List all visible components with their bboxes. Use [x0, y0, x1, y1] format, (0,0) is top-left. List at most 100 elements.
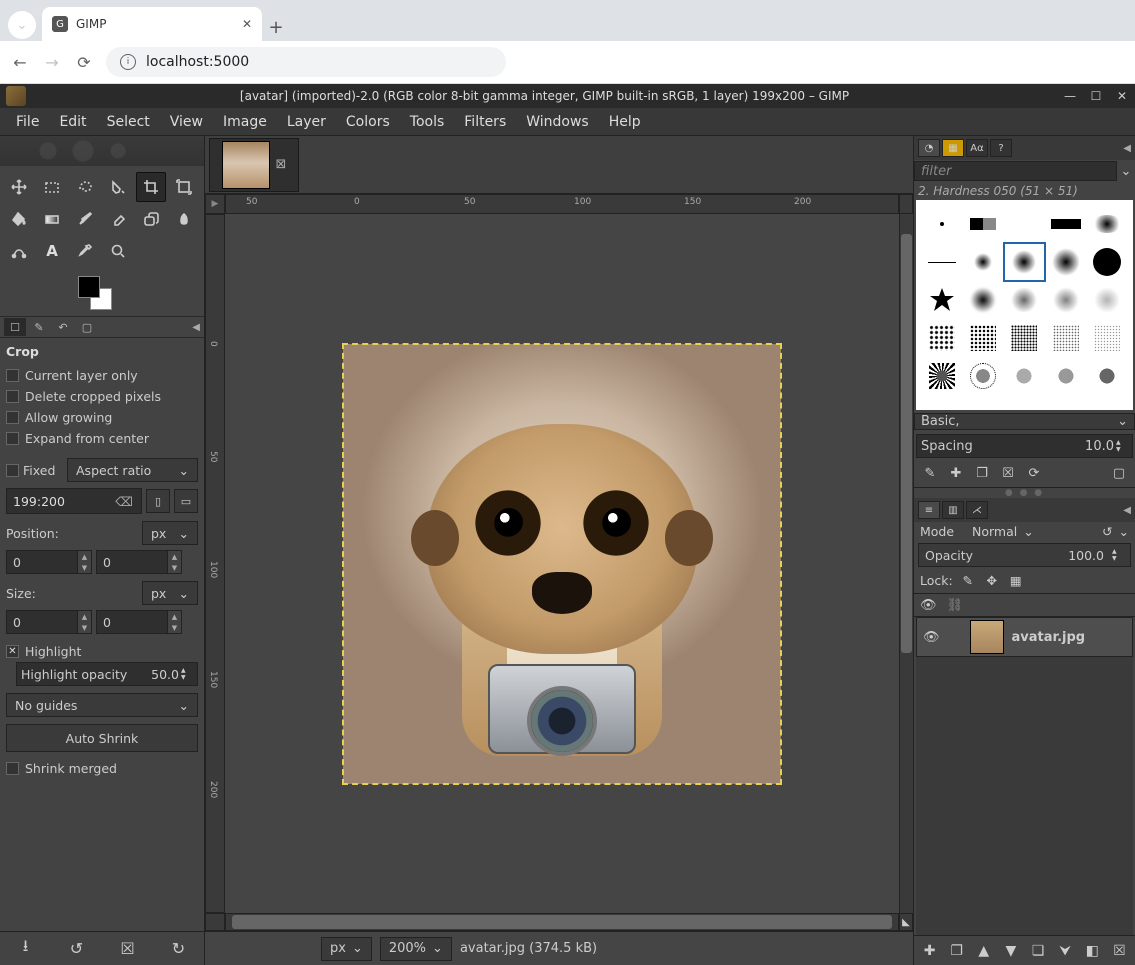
guides-select[interactable]: No guides⌄	[6, 693, 198, 717]
brush-item[interactable]	[1088, 320, 1127, 356]
back-button[interactable]: ←	[10, 53, 30, 72]
brush-item[interactable]	[963, 358, 1002, 394]
delete-brush-icon[interactable]: ☒	[998, 464, 1018, 484]
auto-shrink-button[interactable]: Auto Shrink	[6, 724, 198, 752]
brush-item[interactable]	[1046, 244, 1085, 280]
bucket-fill-tool[interactable]	[4, 204, 34, 234]
status-unit-select[interactable]: px⌄	[321, 937, 372, 961]
menu-select[interactable]: Select	[97, 110, 160, 134]
paths-tab[interactable]: ⋌	[966, 501, 988, 519]
brush-item[interactable]	[1046, 282, 1085, 318]
layer-visibility-icon[interactable]: 👁	[923, 630, 940, 645]
window-maximize-button[interactable]: ☐	[1083, 89, 1109, 103]
brush-item[interactable]	[922, 358, 961, 394]
brush-item[interactable]	[922, 320, 961, 356]
menu-file[interactable]: File	[6, 110, 49, 134]
tab-close-icon[interactable]: ✕	[242, 17, 252, 31]
duplicate-layer-icon[interactable]: ❏	[1027, 943, 1050, 959]
window-minimize-button[interactable]: —	[1057, 89, 1083, 103]
orientation-landscape-button[interactable]: ▭	[174, 489, 198, 513]
brush-item[interactable]	[963, 244, 1002, 280]
brush-item[interactable]	[1005, 206, 1044, 242]
address-bar[interactable]: i localhost:5000	[106, 47, 506, 77]
filter-dropdown-icon[interactable]: ⌄	[1117, 164, 1135, 179]
brush-item[interactable]	[1088, 244, 1127, 280]
link-icon[interactable]: ⛓	[947, 598, 964, 613]
paintbrush-tool[interactable]	[70, 204, 100, 234]
restore-preset-icon[interactable]: ↺	[64, 936, 90, 962]
fixed-checkbox[interactable]	[6, 464, 19, 477]
position-y-input[interactable]: 0	[96, 550, 168, 574]
color-picker-tool[interactable]	[70, 236, 100, 266]
fuzzy-select-tool[interactable]	[103, 172, 133, 202]
brush-item[interactable]	[1088, 282, 1127, 318]
eraser-tool[interactable]	[103, 204, 133, 234]
patterns-tab[interactable]: ▦	[942, 139, 964, 157]
menu-tools[interactable]: Tools	[400, 110, 455, 134]
menu-layer[interactable]: Layer	[277, 110, 336, 134]
ruler-toggle-button[interactable]: ▶	[205, 194, 225, 214]
highlight-opacity-slider[interactable]: Highlight opacity50.0▲▼	[16, 662, 198, 686]
crop-tool[interactable]	[136, 172, 166, 202]
brush-filter-input[interactable]: filter	[914, 161, 1117, 181]
allow-growing-checkbox[interactable]	[6, 411, 19, 424]
forward-button[interactable]: →	[42, 53, 62, 72]
lock-position-icon[interactable]: ✥	[983, 571, 1001, 589]
channels-tab[interactable]: ▥	[942, 501, 964, 519]
move-tool[interactable]	[4, 172, 34, 202]
zoom-tool[interactable]	[103, 236, 133, 266]
brush-item[interactable]	[1046, 206, 1085, 242]
navigation-icon[interactable]: ◣	[899, 913, 913, 931]
clone-tool[interactable]	[136, 204, 166, 234]
menu-windows[interactable]: Windows	[516, 110, 599, 134]
edit-brush-icon[interactable]: ✎	[920, 464, 940, 484]
vertical-scrollbar[interactable]	[899, 214, 913, 913]
spinner-up-icon[interactable]: ▲	[168, 611, 181, 622]
brush-item-selected[interactable]	[1005, 244, 1044, 280]
rect-select-tool[interactable]	[37, 172, 67, 202]
foreground-color-swatch[interactable]	[78, 276, 100, 298]
delete-layer-icon[interactable]: ☒	[1108, 943, 1131, 959]
new-brush-icon[interactable]: ✚	[946, 464, 966, 484]
menu-help[interactable]: Help	[599, 110, 651, 134]
document-close-icon[interactable]: ⊠	[276, 157, 287, 172]
free-select-tool[interactable]	[70, 172, 100, 202]
opacity-slider[interactable]: Opacity 100.0 ▲▼	[918, 543, 1131, 567]
vertical-ruler[interactable]: 0 50 100 150 200	[205, 214, 225, 913]
brush-item[interactable]	[963, 282, 1002, 318]
spinner-up-icon[interactable]: ▲	[78, 611, 91, 622]
browser-tab[interactable]: G GIMP ✕	[42, 7, 262, 41]
tool-options-tab[interactable]: ☐	[4, 318, 26, 336]
new-tab-button[interactable]: +	[262, 13, 290, 41]
size-unit-select[interactable]: px⌄	[142, 581, 198, 605]
spinner-down-icon[interactable]: ▼	[78, 622, 91, 633]
reload-button[interactable]: ⟳	[74, 53, 94, 72]
brush-item[interactable]	[1005, 320, 1044, 356]
brush-spacing-slider[interactable]: Spacing10.0▲▼	[916, 434, 1133, 458]
blend-mode-select[interactable]: Normal⌄	[972, 524, 1096, 539]
mode-menu-icon[interactable]: ⌄	[1119, 524, 1129, 539]
site-info-icon[interactable]: i	[120, 54, 136, 70]
duplicate-brush-icon[interactable]: ❐	[972, 464, 992, 484]
merge-down-icon[interactable]: ⮟	[1054, 943, 1077, 959]
status-zoom-select[interactable]: 200%⌄	[380, 937, 452, 961]
visibility-icon[interactable]: 👁	[920, 598, 937, 613]
tab-list-dropdown[interactable]: ⌄	[8, 11, 36, 39]
spinner-up-icon[interactable]: ▲	[168, 551, 181, 562]
size-w-input[interactable]: 0	[6, 610, 78, 634]
highlight-checkbox[interactable]: ✕	[6, 645, 19, 658]
size-h-input[interactable]: 0	[96, 610, 168, 634]
horizontal-ruler[interactable]: 50 0 50 100 150 200	[225, 194, 899, 214]
device-status-tab[interactable]: ✎	[28, 318, 50, 336]
position-x-input[interactable]: 0	[6, 550, 78, 574]
menu-image[interactable]: Image	[213, 110, 277, 134]
path-tool[interactable]	[4, 236, 34, 266]
brush-item[interactable]	[1088, 358, 1127, 394]
reset-preset-icon[interactable]: ↻	[166, 936, 192, 962]
smudge-tool[interactable]	[169, 204, 199, 234]
fixed-mode-select[interactable]: Aspect ratio⌄	[67, 458, 198, 482]
refresh-brushes-icon[interactable]: ⟳	[1024, 464, 1044, 484]
lock-alpha-icon[interactable]: ▦	[1007, 571, 1025, 589]
raise-layer-icon[interactable]: ▲	[972, 943, 995, 959]
gradient-tool[interactable]	[37, 204, 67, 234]
